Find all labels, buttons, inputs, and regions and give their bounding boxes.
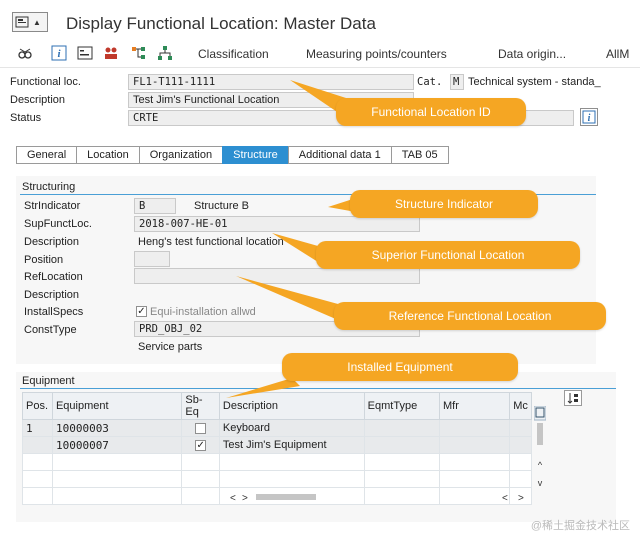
table-header-row: Pos. Equipment Sb-Eq Description EqmtTyp… xyxy=(22,392,532,420)
row-mc xyxy=(509,436,532,454)
ref-description-label: Description xyxy=(24,289,80,301)
data-origin-button[interactable]: Data origin... xyxy=(498,47,566,61)
funcloc-label: Functional loc. xyxy=(10,76,81,88)
consttype-label: ConstType xyxy=(24,324,77,336)
structuring-title: Structuring xyxy=(22,181,76,193)
equi-installation-checkbox[interactable]: ✓ xyxy=(136,306,147,317)
row-pos: 1 xyxy=(22,419,53,437)
tab-organization[interactable]: Organization xyxy=(138,146,223,164)
sbeq-checkbox[interactable]: ✓ xyxy=(195,439,207,451)
svg-text:^: ^ xyxy=(538,460,543,470)
svg-text:>: > xyxy=(242,493,248,504)
toolbar: i Classification Measuring points/counte… xyxy=(0,40,640,68)
tab-strip: General Location Organization Structure … xyxy=(16,146,449,164)
table-row[interactable]: 10000007 ✓ Test Jim's Equipment xyxy=(22,436,532,454)
header-panel: Functional loc. FL1-T111-1111 Cat. M Tec… xyxy=(0,68,640,130)
equi-installation-label: Equi-installation allwd xyxy=(150,306,256,318)
funcloc-field[interactable]: FL1-T111-1111 xyxy=(128,74,414,90)
page-title: Display Functional Location: Master Data xyxy=(66,14,376,33)
menu-button[interactable]: ▲ xyxy=(12,12,48,32)
equipment-divider xyxy=(20,388,616,389)
row-mc xyxy=(509,419,532,437)
hierarchy-icon[interactable] xyxy=(130,44,148,62)
row-eqmttype xyxy=(363,436,440,454)
info-icon[interactable]: i xyxy=(50,44,68,62)
col-eqmttype[interactable]: EqmtType xyxy=(363,392,440,420)
table-row[interactable] xyxy=(22,453,532,471)
menu-icon xyxy=(13,13,31,31)
row-sbeq-cell xyxy=(181,419,220,437)
row-equipment[interactable]: 10000003 xyxy=(51,419,183,437)
installspecs-label: InstallSpecs xyxy=(24,306,84,318)
row-eqmttype xyxy=(363,419,440,437)
col-mfr[interactable]: Mfr xyxy=(438,392,511,420)
sort-icon[interactable] xyxy=(564,390,582,406)
partners-icon[interactable] xyxy=(102,44,120,62)
glasses-icon[interactable] xyxy=(16,44,34,62)
sup-funcloc-label: SupFunctLoc. xyxy=(24,218,92,230)
str-indicator-text: Structure B xyxy=(194,200,250,212)
status-label: Status xyxy=(10,112,42,124)
row-description: Test Jim's Equipment xyxy=(218,436,365,454)
row-mfr xyxy=(438,419,511,437)
reflocation-field[interactable] xyxy=(134,268,420,284)
col-mc[interactable]: Mc xyxy=(509,392,532,420)
table-row[interactable]: 1 10000003 Keyboard xyxy=(22,419,532,437)
sup-description-label: Description xyxy=(24,236,80,248)
reflocation-label: RefLocation xyxy=(24,271,83,283)
position-label: Position xyxy=(24,254,64,266)
cat-field[interactable]: M xyxy=(450,74,464,90)
row-equipment[interactable]: 10000007 xyxy=(51,436,183,454)
list-icon[interactable] xyxy=(76,44,94,62)
sup-funcloc-field[interactable]: 2018-007-HE-01 xyxy=(134,216,420,232)
classification-button[interactable]: Classification xyxy=(198,47,269,61)
svg-text:v: v xyxy=(538,478,543,488)
structure-tree-icon[interactable] xyxy=(156,44,174,62)
table-row[interactable] xyxy=(22,470,532,488)
svg-text:>: > xyxy=(518,493,524,504)
cat-text: Technical system - standa_ xyxy=(468,76,601,88)
col-sb-eq[interactable]: Sb-Eq xyxy=(181,392,220,420)
caret-down-icon: ▲ xyxy=(33,17,41,27)
row-mfr xyxy=(438,436,511,454)
tab-additional-data-1[interactable]: Additional data 1 xyxy=(287,146,391,164)
watermark: @稀土掘金技术社区 xyxy=(530,520,630,532)
position-field[interactable] xyxy=(134,251,170,267)
callout-functional-location-id: Functional Location ID xyxy=(336,98,526,126)
svg-text:<: < xyxy=(502,493,508,504)
tab-location[interactable]: Location xyxy=(76,146,139,164)
tab-structure[interactable]: Structure xyxy=(222,146,288,164)
str-indicator-label: StrIndicator xyxy=(24,200,81,212)
allm-button[interactable]: AllM xyxy=(606,47,629,61)
cat-label: Cat. xyxy=(417,76,443,88)
callout-structure-indicator: Structure Indicator xyxy=(350,190,538,218)
svg-text:i: i xyxy=(588,113,591,124)
svg-text:<: < xyxy=(230,493,236,504)
status-info-icon[interactable]: i xyxy=(580,108,598,126)
col-pos[interactable]: Pos. xyxy=(22,392,53,420)
row-sbeq-cell: ✓ xyxy=(181,436,220,454)
sup-description-value: Heng's test functional location xyxy=(138,236,284,248)
str-indicator-field[interactable]: B xyxy=(134,198,176,214)
callout-installed-equipment: Installed Equipment xyxy=(282,353,518,381)
description-label: Description xyxy=(10,94,66,106)
horizontal-scrollbar[interactable]: < > < > xyxy=(226,490,532,504)
equipment-title: Equipment xyxy=(22,375,75,387)
col-equipment[interactable]: Equipment xyxy=(51,392,183,420)
vertical-scrollbar[interactable]: ^ v xyxy=(533,405,547,492)
sbeq-checkbox[interactable] xyxy=(195,422,207,434)
callout-reference-functional-location: Reference Functional Location xyxy=(334,302,606,330)
tab-general[interactable]: General xyxy=(16,146,77,164)
equipment-table: Pos. Equipment Sb-Eq Description EqmtTyp… xyxy=(22,392,532,505)
row-pos xyxy=(22,436,53,454)
title-bar: ▲ Display Functional Location: Master Da… xyxy=(0,0,640,40)
consttype-text: Service parts xyxy=(138,341,203,353)
row-description: Keyboard xyxy=(218,419,365,437)
measuring-points-button[interactable]: Measuring points/counters xyxy=(306,47,447,61)
tab-tab-05[interactable]: TAB 05 xyxy=(390,146,449,164)
callout-superior-functional-location: Superior Functional Location xyxy=(316,241,580,269)
col-description[interactable]: Description xyxy=(218,392,365,420)
